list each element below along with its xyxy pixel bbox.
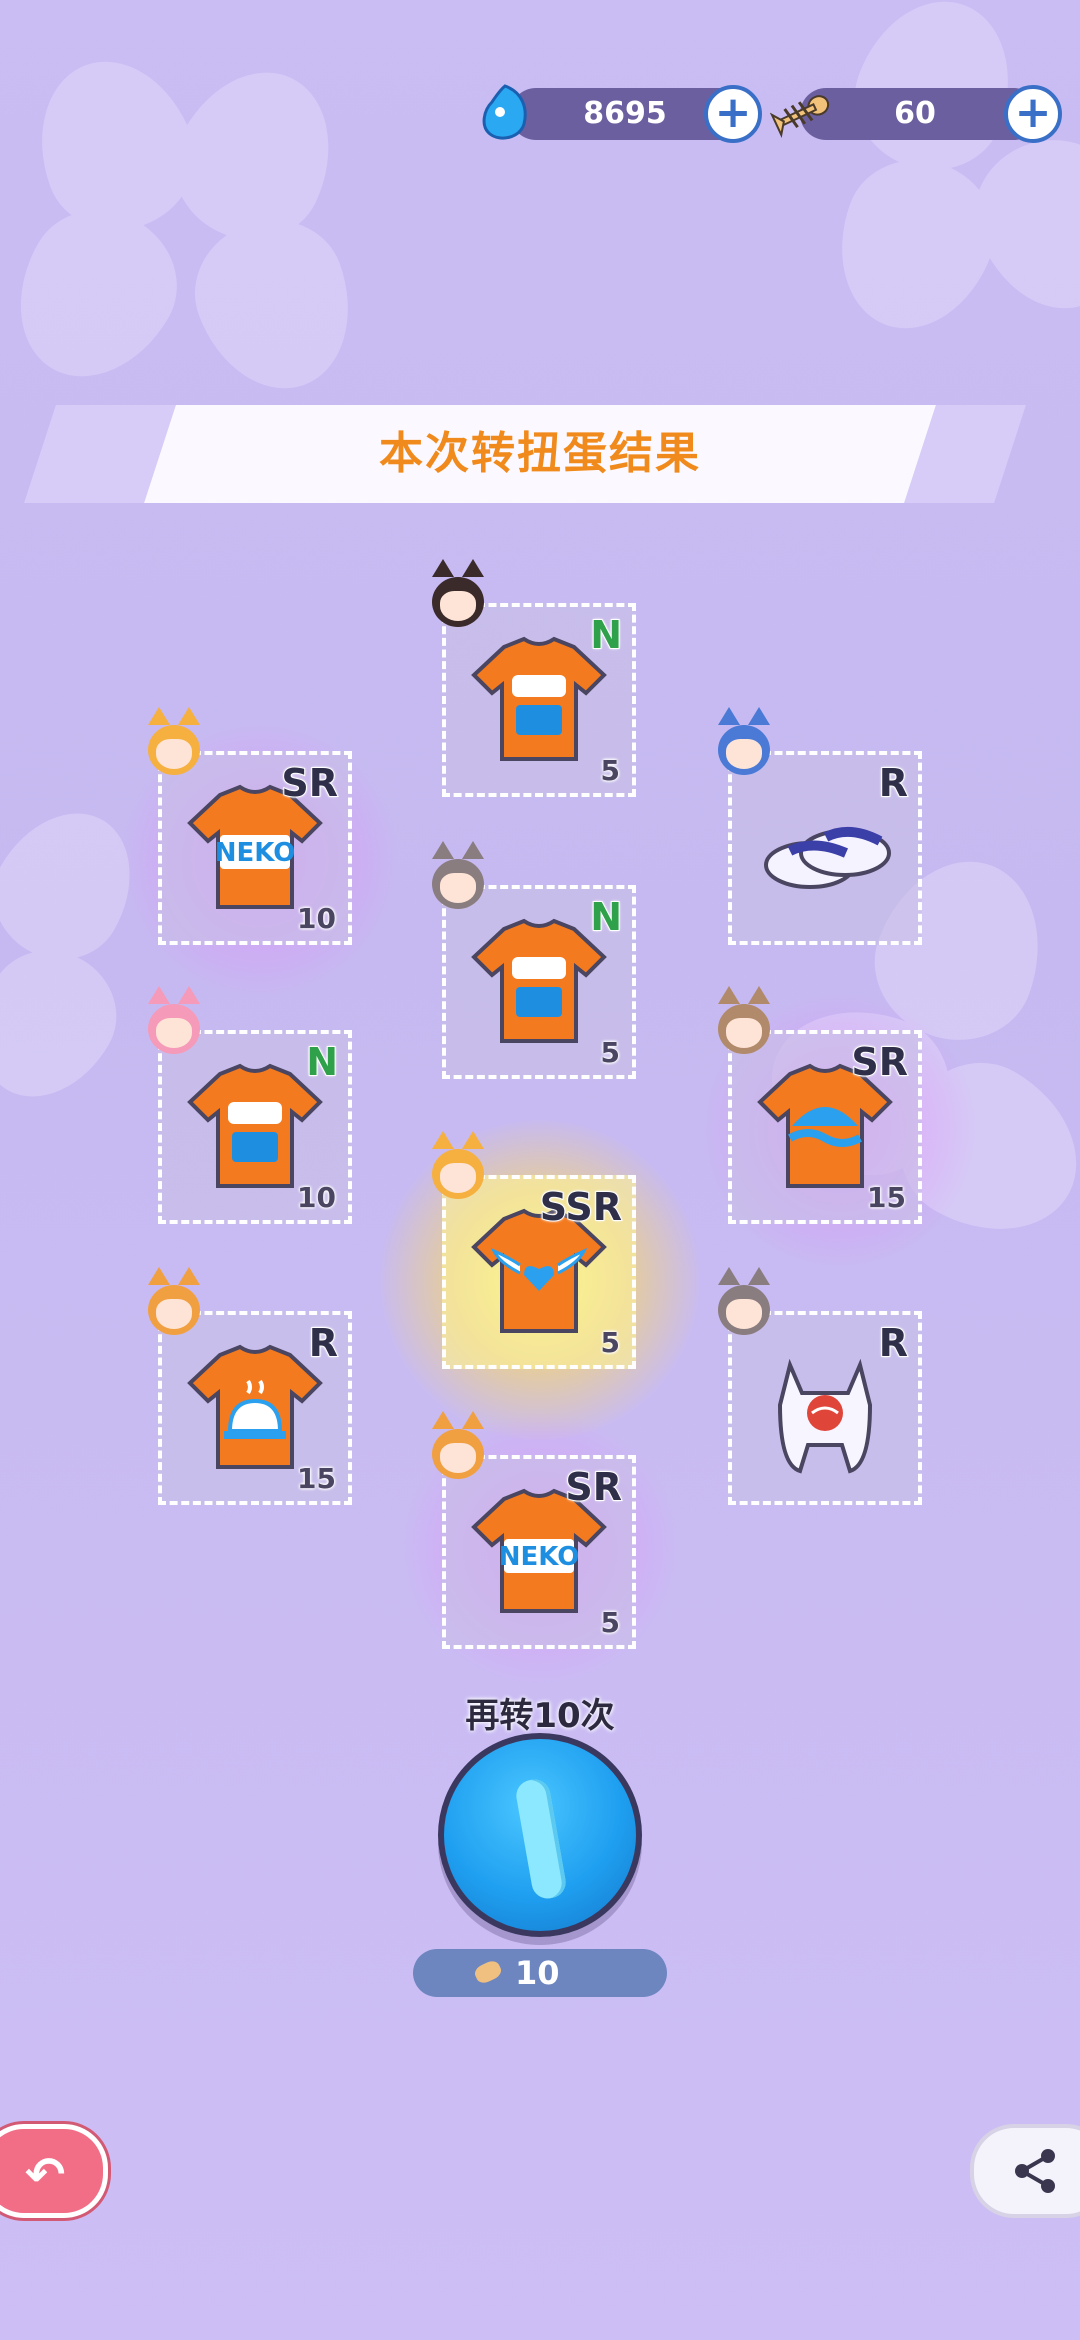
result-card[interactable]: N 5: [432, 559, 636, 797]
rarity-badge: N: [589, 894, 623, 940]
result-card[interactable]: SSR 5: [432, 1131, 636, 1369]
rarity-badge: R: [308, 1320, 339, 1366]
spin-cost-value: 10: [515, 1954, 560, 1992]
rarity-badge: N: [305, 1039, 339, 1085]
background-clover-top-left: [0, 39, 400, 411]
spin-cost: 10: [413, 1949, 667, 1997]
fishbone-value: 60: [894, 96, 936, 131]
character-avatar: [714, 707, 774, 779]
result-card[interactable]: R 15: [148, 1267, 352, 1505]
add-fishbone-button[interactable]: +: [1004, 85, 1062, 143]
rarity-badge: SR: [280, 760, 339, 806]
result-card[interactable]: N 10: [148, 986, 352, 1224]
character-avatar: [428, 559, 488, 631]
character-avatar: [144, 1267, 204, 1339]
result-card[interactable]: SR 15: [718, 986, 922, 1224]
character-avatar: [144, 707, 204, 779]
character-avatar: [428, 1131, 488, 1203]
slippers-icon: [764, 826, 891, 889]
rarity-badge: SR: [850, 1039, 909, 1085]
item-count: 10: [297, 1181, 336, 1214]
item-count: 15: [867, 1181, 906, 1214]
rarity-badge: SSR: [539, 1184, 623, 1230]
character-avatar: [144, 986, 204, 1058]
character-avatar: [428, 841, 488, 913]
share-button[interactable]: [970, 2124, 1080, 2218]
result-card[interactable]: NEKO SR 5: [432, 1411, 636, 1649]
result-card[interactable]: N 5: [432, 841, 636, 1079]
item-count: 5: [600, 1036, 620, 1069]
result-card[interactable]: R: [718, 1267, 922, 1505]
gem-value: 8695: [583, 96, 667, 131]
svg-text:NEKO: NEKO: [215, 838, 296, 868]
result-card[interactable]: R: [718, 707, 922, 945]
svg-text:NEKO: NEKO: [499, 1542, 580, 1572]
result-title: 本次转扭蛋结果: [379, 428, 701, 479]
item-count: 5: [600, 1326, 620, 1359]
spin-again-label: 再转10次: [465, 1696, 615, 1736]
spin-again-button[interactable]: [438, 1733, 642, 1937]
result-card[interactable]: NEKO SR 10: [148, 707, 352, 945]
rarity-badge: R: [878, 1320, 909, 1366]
rarity-badge: N: [589, 612, 623, 658]
fishbone-icon: [769, 88, 834, 139]
item-count: 5: [600, 754, 620, 787]
character-avatar: [714, 986, 774, 1058]
back-arrow-icon: ↶: [25, 2147, 66, 2203]
character-avatar: [428, 1411, 488, 1483]
rarity-badge: R: [878, 760, 909, 806]
background-clover-top-right: [800, 0, 1080, 351]
rarity-badge: SR: [564, 1464, 623, 1510]
item-count: 5: [600, 1606, 620, 1639]
cat-hood-icon: [777, 1358, 873, 1474]
share-icon: [1015, 2149, 1055, 2193]
character-avatar: [714, 1267, 774, 1339]
item-count: 10: [297, 902, 336, 935]
item-count: 15: [297, 1462, 336, 1495]
back-button[interactable]: ↶: [0, 2124, 108, 2218]
fishbone-icon: [472, 1958, 504, 1986]
add-gem-button[interactable]: +: [704, 85, 762, 143]
spin-handle-icon: [513, 1776, 569, 1902]
gem-icon: [478, 82, 532, 144]
